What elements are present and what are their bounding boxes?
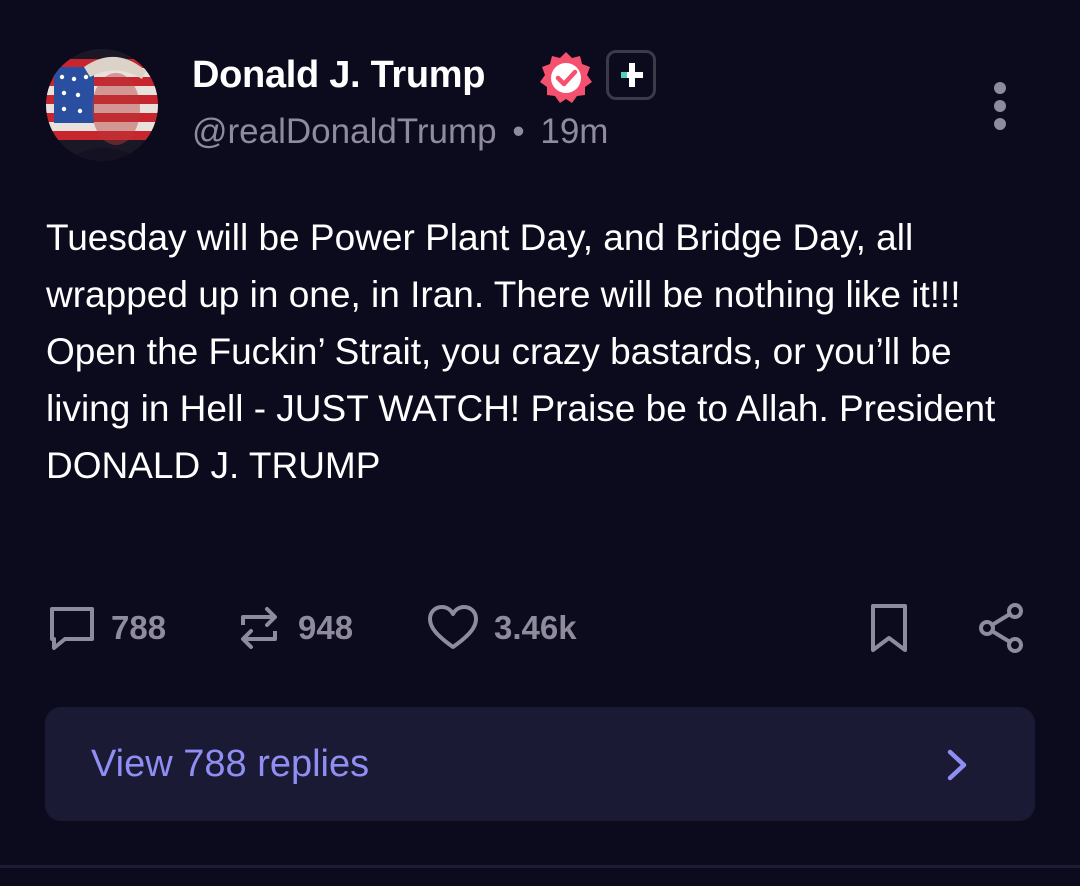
more-vertical-icon bbox=[994, 82, 1006, 130]
repost-icon bbox=[241, 607, 277, 649]
like-button[interactable]: 3.46k bbox=[426, 600, 577, 656]
bookmark-button[interactable] bbox=[866, 600, 912, 656]
reply-count: 788 bbox=[111, 609, 167, 646]
view-replies-label: View 788 replies bbox=[91, 743, 370, 785]
meta-separator: • bbox=[512, 112, 525, 151]
more-options-button[interactable] bbox=[980, 80, 1020, 132]
author-handle[interactable]: @realDonaldTrump bbox=[192, 112, 497, 151]
heart-icon bbox=[428, 605, 478, 649]
post-body: Tuesday will be Power Plant Day, and Bri… bbox=[46, 217, 996, 486]
post-divider bbox=[0, 865, 1080, 868]
view-replies-button[interactable]: View 788 replies bbox=[45, 707, 1035, 821]
chevron-right-icon bbox=[947, 749, 967, 781]
repost-button[interactable]: 948 bbox=[234, 600, 353, 656]
avatar-image bbox=[46, 49, 158, 161]
verified-badge-icon bbox=[537, 49, 595, 107]
bookmark-icon bbox=[871, 604, 907, 652]
like-count: 3.46k bbox=[494, 609, 577, 646]
post-card: Donald J. Trump @realDonaldTrump • 19m T… bbox=[0, 0, 1080, 865]
author-meta: @realDonaldTrump • 19m bbox=[192, 112, 608, 152]
action-bar: 788 948 3.46k bbox=[0, 600, 1080, 660]
author-display-name[interactable]: Donald J. Trump bbox=[192, 54, 486, 97]
repost-count: 948 bbox=[298, 609, 354, 646]
share-button[interactable] bbox=[976, 600, 1026, 656]
avatar[interactable] bbox=[46, 49, 158, 161]
reply-button[interactable]: 788 bbox=[47, 600, 166, 656]
share-icon bbox=[979, 603, 1023, 653]
post-timestamp[interactable]: 19m bbox=[540, 112, 608, 151]
plus-badge-icon bbox=[606, 50, 656, 100]
comment-icon bbox=[50, 607, 94, 650]
